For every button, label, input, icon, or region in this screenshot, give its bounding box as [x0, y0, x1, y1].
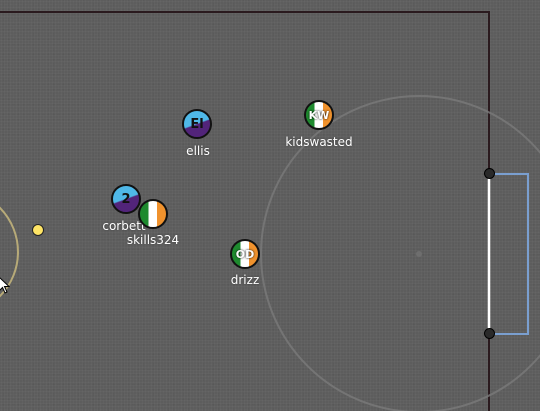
player-avatar: El	[190, 116, 204, 132]
goal-post-bottom	[484, 328, 495, 339]
player-skills324-disc	[138, 199, 168, 229]
player-avatar: KW	[308, 108, 330, 122]
field-boundary	[0, 11, 490, 411]
goal-net	[489, 173, 529, 335]
player-name-skills324: skills324	[126, 233, 180, 247]
field-lines	[0, 11, 540, 411]
goal-post-top	[484, 168, 495, 179]
game-field: El ellis KW kidswasted 2 corbett skills3…	[0, 0, 540, 411]
player-name-drizz: drizz	[230, 273, 260, 287]
player-corbett-disc: 2	[111, 184, 141, 214]
player-avatar: 2	[121, 191, 131, 207]
center-spot	[416, 251, 422, 257]
player-drizz-disc: OD	[230, 239, 260, 269]
player-avatar: OD	[235, 247, 255, 261]
player-name-ellis: ellis	[186, 144, 210, 158]
player-avatar	[140, 201, 166, 227]
player-ellis-disc: El	[182, 109, 212, 139]
ball	[32, 224, 44, 236]
player-name-kidswasted: kidswasted	[285, 135, 353, 149]
mouse-pointer-icon	[0, 277, 10, 294]
left-arc	[0, 206, 19, 298]
player-kidswasted-disc: KW	[304, 100, 334, 130]
